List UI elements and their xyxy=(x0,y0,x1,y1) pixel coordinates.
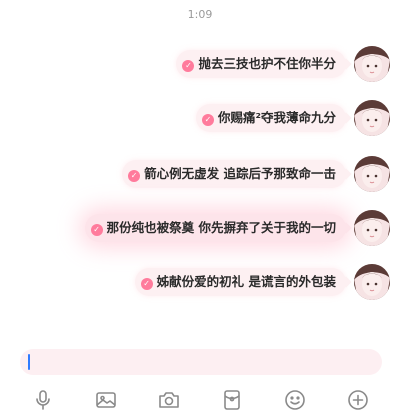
avatar[interactable] xyxy=(354,210,390,246)
red-packet-icon xyxy=(224,390,240,410)
message-text: 抛去三技也护不住你半分 xyxy=(198,56,336,71)
microphone-button[interactable] xyxy=(30,387,56,413)
avatar-portrait-icon xyxy=(354,156,390,192)
message-input[interactable] xyxy=(20,349,382,375)
red-packet-button[interactable] xyxy=(219,387,245,413)
text-caret xyxy=(28,354,30,370)
chat-screen: 1:09 ✓ 抛去三技也护不住你半分 ✓ 你赐痛²夺我薄命九分 ✓ 箭心例无虚发… xyxy=(0,0,400,416)
message-bubble[interactable]: ✓ 你赐痛²夺我薄命九分 xyxy=(196,104,352,132)
message-row: ✓ 你赐痛²夺我薄命九分 xyxy=(196,98,390,138)
bubble-tail xyxy=(340,276,352,288)
bubble-tail xyxy=(340,58,352,70)
avatar[interactable] xyxy=(354,100,390,136)
message-bubble[interactable]: ✓ 那份纯也被祭奠 你先摒弃了关于我的一切 xyxy=(84,214,352,242)
avatar-portrait-icon xyxy=(354,100,390,136)
message-row: ✓ 抛去三技也护不住你半分 xyxy=(176,44,390,84)
plus-icon xyxy=(348,390,368,410)
camera-button[interactable] xyxy=(156,387,182,413)
message-row: ✓ 那份纯也被祭奠 你先摒弃了关于我的一切 xyxy=(84,208,390,248)
input-toolbar xyxy=(0,385,400,415)
bubble-tail xyxy=(340,222,352,234)
read-check-icon: ✓ xyxy=(182,60,195,72)
avatar-portrait-icon xyxy=(354,210,390,246)
avatar[interactable] xyxy=(354,46,390,82)
message-text: 你赐痛²夺我薄命九分 xyxy=(218,110,336,125)
message-text: 姊献份爱的初礼 是谎言的外包装 xyxy=(156,274,336,289)
message-row: ✓ 箭心例无虚发 追踪后予那致命一击 xyxy=(122,154,390,194)
read-check-icon: ✓ xyxy=(202,114,215,126)
message-row: ✓ 姊献份爱的初礼 是谎言的外包装 xyxy=(134,262,390,302)
microphone-icon xyxy=(36,390,50,410)
avatar-portrait-icon xyxy=(354,264,390,300)
plus-button[interactable] xyxy=(345,387,371,413)
read-check-icon: ✓ xyxy=(90,224,103,236)
emoji-icon xyxy=(285,390,305,410)
image-icon xyxy=(96,392,116,408)
message-text: 那份纯也被祭奠 你先摒弃了关于我的一切 xyxy=(106,220,336,235)
message-bubble[interactable]: ✓ 抛去三技也护不住你半分 xyxy=(176,50,352,78)
message-text: 箭心例无虚发 追踪后予那致命一击 xyxy=(144,166,336,181)
message-bubble[interactable]: ✓ 姊献份爱的初礼 是谎言的外包装 xyxy=(134,268,352,296)
avatar[interactable] xyxy=(354,156,390,192)
message-bubble[interactable]: ✓ 箭心例无虚发 追踪后予那致命一击 xyxy=(122,160,352,188)
bubble-tail xyxy=(340,112,352,124)
avatar[interactable] xyxy=(354,264,390,300)
bubble-tail xyxy=(340,168,352,180)
message-list[interactable]: ✓ 抛去三技也护不住你半分 ✓ 你赐痛²夺我薄命九分 ✓ 箭心例无虚发 追踪后予… xyxy=(0,0,400,340)
image-button[interactable] xyxy=(93,387,119,413)
emoji-button[interactable] xyxy=(282,387,308,413)
read-check-icon: ✓ xyxy=(128,170,141,182)
read-check-icon: ✓ xyxy=(140,278,153,290)
camera-icon xyxy=(159,392,179,408)
avatar-portrait-icon xyxy=(354,46,390,82)
